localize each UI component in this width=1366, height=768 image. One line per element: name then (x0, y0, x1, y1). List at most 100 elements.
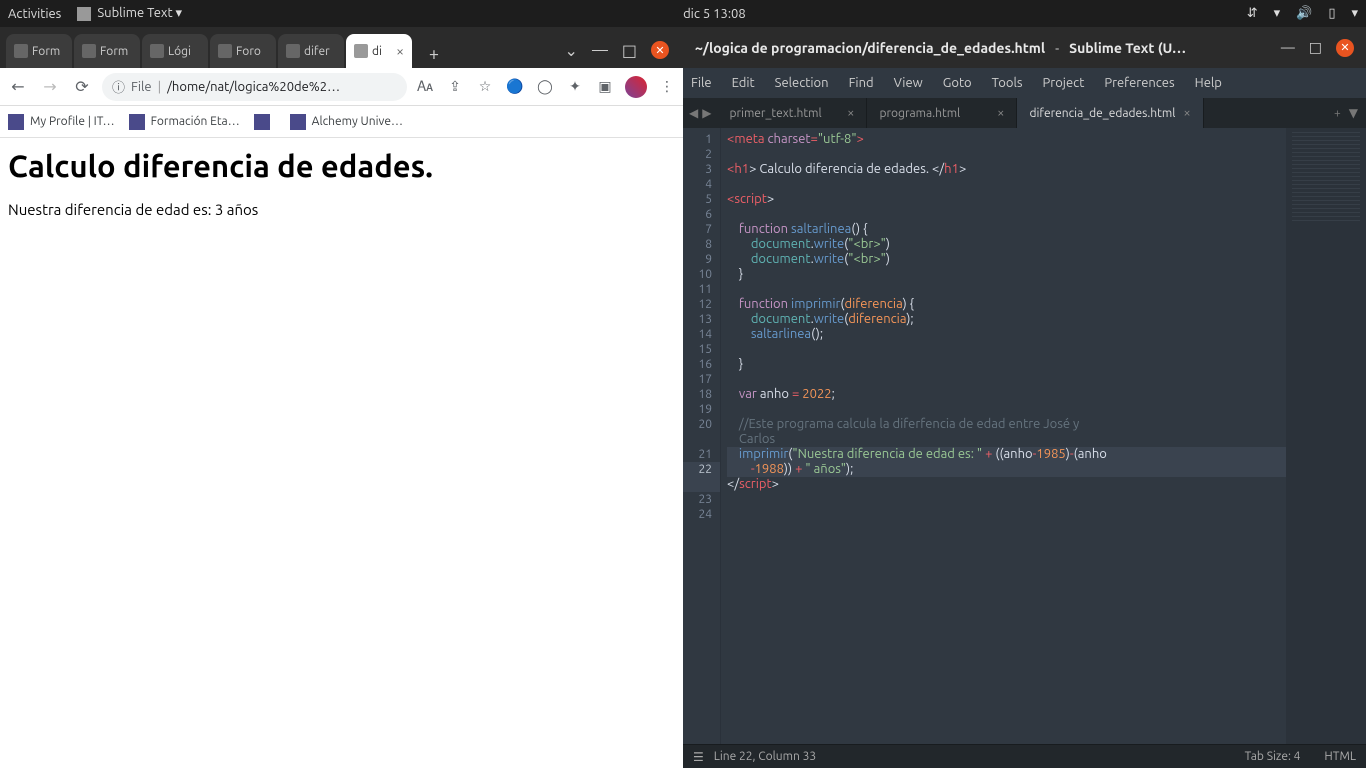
back-button[interactable]: ← (6, 75, 30, 99)
tab-label: Form (32, 45, 60, 58)
new-tab-button[interactable]: + (420, 40, 448, 68)
info-icon: ⓘ (112, 77, 125, 96)
menu-goto[interactable]: Goto (943, 76, 972, 90)
tab-favicon-icon (354, 44, 368, 58)
editor-tab[interactable]: diferencia_de_edades.html × (1017, 98, 1203, 128)
tab-label: Form (100, 45, 128, 58)
bookmark-item[interactable] (254, 114, 276, 130)
minimize-button[interactable]: — (1281, 39, 1295, 57)
bookmark-favicon-icon (290, 114, 306, 130)
editor-tab[interactable]: primer_text.html × (717, 98, 867, 128)
tab-label: Foro (236, 45, 261, 58)
tab-favicon-icon (218, 44, 232, 58)
menu-selection[interactable]: Selection (775, 76, 829, 90)
sublime-icon (77, 7, 91, 21)
ext3-icon[interactable]: ▣ (595, 77, 615, 97)
menu-find[interactable]: Find (849, 76, 874, 90)
minimap[interactable] (1286, 128, 1366, 744)
maximize-button[interactable]: □ (1309, 39, 1322, 57)
menu-file[interactable]: File (691, 76, 712, 90)
bookmark-label: My Profile | IT… (30, 115, 115, 128)
menu-view[interactable]: View (894, 76, 923, 90)
wifi-icon[interactable]: ▾ (1274, 6, 1281, 21)
reload-button[interactable]: ⟳ (70, 75, 94, 99)
battery-icon[interactable]: ▯ (1328, 6, 1335, 21)
tab-favicon-icon (150, 44, 164, 58)
editor-tab-label: diferencia_de_edades.html (1029, 107, 1175, 120)
browser-tab[interactable]: Foro (210, 34, 276, 68)
activities-button[interactable]: Activities (8, 7, 61, 21)
tab-next-icon[interactable]: ▶ (702, 106, 711, 120)
title-path: ~/logica de programacion/diferencia_de_e… (695, 40, 1045, 56)
code-view[interactable]: <meta charset="utf-8"> <h1> Calculo dife… (721, 128, 1286, 744)
bookmark-item[interactable]: Alchemy Unive… (290, 114, 403, 130)
dropdown-icon[interactable]: ⌄ (565, 41, 578, 60)
tab-new-icon[interactable]: + (1334, 107, 1341, 120)
sublime-menubar: File Edit Selection Find View Goto Tools Projec… (683, 68, 1366, 98)
minimize-button[interactable]: — (592, 41, 608, 60)
menu-help[interactable]: Help (1195, 76, 1222, 90)
bookmark-favicon-icon (254, 114, 270, 130)
browser-tab[interactable]: Form (6, 34, 72, 68)
sublime-window: ~/logica de programacion/diferencia_de_e… (683, 27, 1366, 768)
clock[interactable]: dic 5 13:08 (683, 7, 746, 21)
editor-area[interactable]: 1234567891011121314151617181920 2122 232… (683, 128, 1366, 744)
sublime-titlebar: ~/logica de programacion/diferencia_de_e… (683, 27, 1366, 68)
menu-tools[interactable]: Tools (992, 76, 1023, 90)
status-syntax[interactable]: HTML (1324, 750, 1356, 763)
tab-close-icon[interactable]: × (396, 43, 404, 59)
bookmark-label: Alchemy Unive… (312, 115, 403, 128)
volume-icon[interactable]: 🔊 (1296, 6, 1312, 21)
title-app: Sublime Text (U… (1069, 40, 1186, 56)
bookmark-favicon-icon (8, 114, 24, 130)
bookmark-item[interactable]: Formación Eta… (129, 114, 240, 130)
tab-prev-icon[interactable]: ◀ (689, 106, 698, 120)
status-cursor: Line 22, Column 33 (714, 750, 816, 763)
browser-tab[interactable]: di × (346, 34, 412, 68)
forward-button[interactable]: → (38, 75, 62, 99)
address-bar[interactable]: ⓘ File | /home/nat/logica%20de%2… (102, 73, 407, 101)
browser-tab[interactable]: Form (74, 34, 140, 68)
editor-tab[interactable]: programa.html × (867, 98, 1017, 128)
bookmark-icon[interactable]: ☆ (475, 77, 495, 97)
bookmark-label: Formación Eta… (151, 115, 240, 128)
app-menu[interactable]: Sublime Text ▾ (77, 6, 182, 21)
menu-icon[interactable]: ⋮ (657, 77, 677, 97)
menu-preferences[interactable]: Preferences (1104, 76, 1174, 90)
share-icon[interactable]: ⇪ (445, 77, 465, 97)
editor-tab-label: programa.html (879, 107, 960, 120)
gnome-topbar: Activities Sublime Text ▾ dic 5 13:08 ⇵ … (0, 0, 1366, 27)
tab-close-icon[interactable]: × (997, 106, 1004, 120)
system-menu-icon[interactable]: ▾ (1351, 6, 1358, 21)
close-button[interactable]: ✕ (1336, 39, 1354, 57)
tab-favicon-icon (82, 44, 96, 58)
menu-edit[interactable]: Edit (732, 76, 755, 90)
tab-close-icon[interactable]: × (847, 106, 854, 120)
tab-label: difer (304, 45, 330, 58)
editor-tab-label: primer_text.html (729, 107, 821, 120)
menu-project[interactable]: Project (1043, 76, 1085, 90)
extensions-icon[interactable]: ✦ (565, 77, 585, 97)
ext2-icon[interactable]: ◯ (535, 77, 555, 97)
browser-tab[interactable]: Lógi (142, 34, 208, 68)
tab-close-icon[interactable]: × (1183, 106, 1190, 120)
ext1-icon[interactable]: 🔵 (505, 77, 525, 97)
chrome-window: Form Form Lógi Foro difer di × + ⌄ — □ ✕ ← → ⟳… (0, 27, 683, 768)
tab-label: di (372, 45, 382, 58)
tab-favicon-icon (14, 44, 28, 58)
bookmarks-bar: My Profile | IT… Formación Eta… Alchemy Un… (0, 106, 683, 138)
bookmark-item[interactable]: My Profile | IT… (8, 114, 115, 130)
browser-tab[interactable]: difer (278, 34, 344, 68)
status-hamburger-icon[interactable]: ☰ (693, 750, 704, 764)
dropbox-icon[interactable]: ⇵ (1247, 6, 1258, 21)
page-content: Calculo diferencia de edades. Nuestra di… (0, 138, 683, 768)
tab-menu-icon[interactable]: ▼ (1349, 106, 1358, 120)
maximize-button[interactable]: □ (622, 41, 637, 60)
profile-avatar[interactable] (625, 76, 647, 98)
status-bar: ☰ Line 22, Column 33 Tab Size: 4 HTML (683, 744, 1366, 768)
bookmark-favicon-icon (129, 114, 145, 130)
sublime-tabbar: ◀ ▶ primer_text.html×programa.html×difer… (683, 98, 1366, 128)
status-tabsize[interactable]: Tab Size: 4 (1245, 750, 1301, 763)
close-button[interactable]: ✕ (651, 41, 669, 59)
translate-icon[interactable]: 🗛 (415, 77, 435, 97)
